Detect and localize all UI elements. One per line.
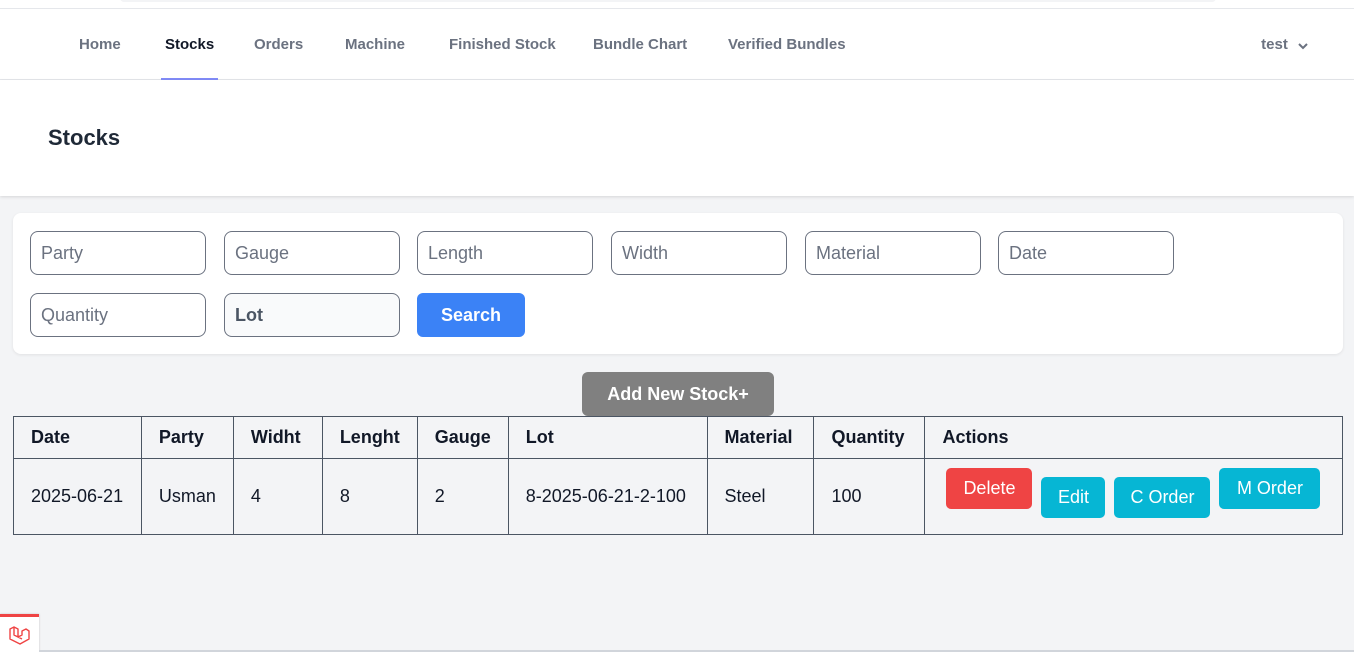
nav-item-stocks[interactable]: Stocks [160,9,219,80]
cell-length: 8 [321,458,418,535]
search-button[interactable]: Search [417,293,525,337]
column-header-material: Material [706,416,815,459]
cell-lot: 8-2025-06-21-2-100 [507,458,708,535]
top-strip-pill [120,0,1216,2]
quantity-input[interactable] [30,293,206,337]
page-title: Stocks [48,125,121,150]
top-navigation: Home Stocks Orders Machine Finished Stoc… [0,9,1354,80]
column-header-date: Date [13,416,142,459]
add-new-stock-button[interactable]: Add New Stock+ [582,372,774,416]
nav-item-verified-bundles[interactable]: Verified Bundles [728,9,846,80]
gauge-input[interactable] [224,231,400,275]
lot-input[interactable] [224,293,400,337]
c-order-button[interactable]: C Order [1114,477,1211,518]
laravel-logo-icon [9,626,30,645]
chevron-down-icon [1298,10,1308,81]
search-filter-form: Search [13,213,1343,354]
column-header-quantity: Quantity [813,416,926,459]
column-header-gauge: Gauge [416,416,509,459]
browser-top-strip [0,0,1354,9]
nav-item-orders[interactable]: Orders [254,9,303,80]
delete-button[interactable]: Delete [946,468,1033,509]
date-input[interactable] [998,231,1174,275]
column-header-width: Widht [232,416,323,459]
material-input[interactable] [805,231,981,275]
user-menu-dropdown[interactable]: test [1261,9,1308,80]
cell-party: Usman [140,458,234,535]
nav-item-bundle-chart[interactable]: Bundle Chart [593,9,687,80]
column-header-party: Party [140,416,234,459]
user-name: test [1261,36,1288,53]
length-input[interactable] [417,231,593,275]
party-input[interactable] [30,231,206,275]
column-header-length: Lenght [321,416,418,459]
cell-width: 4 [232,458,323,535]
edit-button[interactable]: Edit [1041,477,1106,518]
column-header-lot: Lot [507,416,708,459]
nav-item-home[interactable]: Home [79,9,121,80]
cell-gauge: 2 [416,458,509,535]
cell-quantity: 100 [813,458,926,535]
m-order-button[interactable]: M Order [1219,468,1321,509]
table-header-row: Date Party Widht Lenght Gauge Lot Materi… [13,416,1343,459]
debugbar-toggle[interactable] [0,614,39,652]
page-header: Stocks [0,80,1354,196]
nav-item-machine[interactable]: Machine [345,9,405,80]
cell-actions: Delete Edit C Order M Order [924,458,1343,535]
column-header-actions: Actions [924,416,1343,459]
table-row: 2025-06-21 Usman 4 8 2 8-2025-06-21-2-10… [13,458,1343,535]
cell-material: Steel [706,458,815,535]
cell-date: 2025-06-21 [13,458,142,535]
width-input[interactable] [611,231,787,275]
stock-table: Date Party Widht Lenght Gauge Lot Materi… [13,416,1343,535]
nav-item-finished-stock[interactable]: Finished Stock [449,9,556,80]
